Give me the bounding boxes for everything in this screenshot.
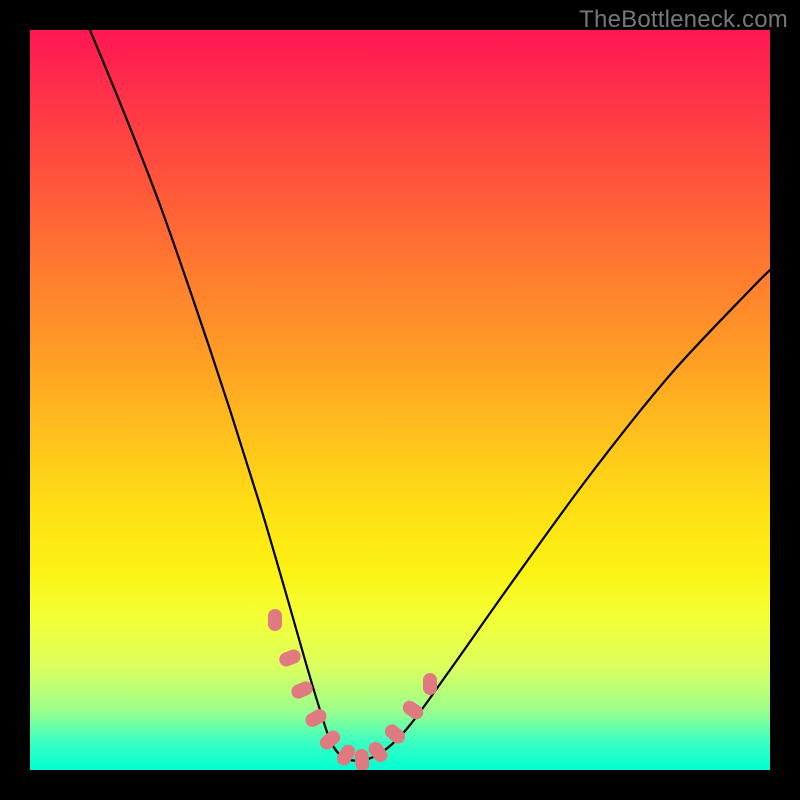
- highlight-marker: [366, 739, 391, 765]
- highlight-marker: [400, 698, 426, 722]
- highlight-marker: [423, 673, 437, 695]
- curve-layer: [30, 30, 770, 770]
- highlight-marker: [354, 748, 370, 770]
- chart-panel: [30, 30, 770, 770]
- highlight-marker: [268, 609, 282, 631]
- highlight-marker: [334, 742, 358, 768]
- highlight-marker: [382, 722, 408, 747]
- bottleneck-curve: [90, 30, 770, 761]
- curve-highlight-markers: [268, 609, 437, 770]
- watermark-label: TheBottleneck.com: [579, 6, 788, 34]
- highlight-marker: [277, 648, 303, 669]
- highlight-marker: [317, 728, 343, 753]
